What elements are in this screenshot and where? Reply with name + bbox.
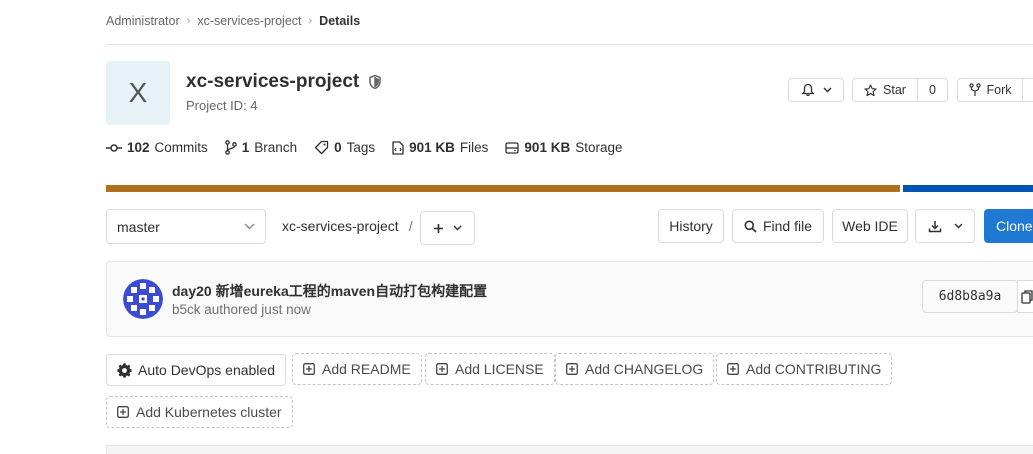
plus-square-icon [117, 406, 129, 418]
add-kubernetes-cluster-button[interactable]: Add Kubernetes cluster [106, 396, 293, 428]
plus-square-icon [303, 363, 315, 375]
star-count-value: 0 [929, 83, 936, 97]
file-tree-header [106, 445, 1033, 454]
commit-title-link[interactable]: day20 新增eureka工程的maven自动打包构建配置 [172, 281, 487, 301]
auto-devops-label: Auto DevOps enabled [138, 362, 275, 378]
add-readme-label: Add README [322, 361, 411, 377]
plus-square-icon [436, 363, 448, 375]
fork-icon [968, 83, 981, 97]
project-avatar[interactable]: X [106, 61, 170, 125]
chevron-down-icon [954, 223, 963, 229]
commits-count: 102 [127, 140, 150, 155]
plus-square-icon [727, 363, 739, 375]
web-ide-button[interactable]: Web IDE [832, 209, 908, 243]
branch-count: 1 [241, 140, 250, 155]
chevron-right-icon: › [308, 15, 313, 27]
file-path: xc-services-project / [282, 218, 413, 234]
branch-label: Branch [254, 140, 298, 155]
plus-square-icon [566, 363, 578, 375]
star-icon [864, 83, 877, 97]
commit-icon [106, 143, 122, 153]
add-kubernetes-label: Add Kubernetes cluster [136, 404, 282, 420]
plus-icon [433, 223, 444, 234]
add-to-tree-button[interactable] [420, 211, 475, 245]
branch-select[interactable]: master [106, 209, 266, 244]
breadcrumb: Administrator › xc-services-project › De… [106, 14, 360, 28]
files-stat[interactable]: 901 KB Files [392, 140, 488, 155]
storage-label: Storage [575, 140, 623, 155]
copy-sha-button[interactable] [1017, 280, 1033, 313]
add-contributing-button[interactable]: Add CONTRIBUTING [716, 353, 893, 385]
path-root-link[interactable]: xc-services-project [282, 218, 399, 234]
chevron-right-icon: › [186, 15, 191, 27]
clone-label: Clone [996, 218, 1033, 234]
fork-label: Fork [986, 83, 1012, 97]
download-button[interactable] [915, 209, 975, 243]
history-button[interactable]: History [658, 209, 724, 243]
language-segment-primary[interactable] [106, 185, 900, 192]
bell-icon [801, 83, 815, 97]
clone-button[interactable]: Clone [984, 209, 1033, 243]
add-readme-button[interactable]: Add README [292, 353, 422, 385]
copy-icon [1021, 289, 1033, 304]
add-license-button[interactable]: Add LICENSE [425, 353, 555, 385]
commit-sha[interactable]: 6d8b8a9a [922, 280, 1018, 313]
add-changelog-button[interactable]: Add CHANGELOG [555, 353, 715, 385]
download-icon [928, 220, 942, 233]
gear-icon [117, 362, 132, 378]
storage-stat[interactable]: 901 KB Storage [505, 140, 623, 155]
tags-count: 0 [334, 140, 342, 155]
breadcrumb-item-administrator[interactable]: Administrator [106, 14, 180, 28]
auto-devops-button[interactable]: Auto DevOps enabled [106, 354, 286, 386]
project-stats: 102 Commits 1 Branch 0 Tags 901 KB Files… [106, 140, 640, 155]
project-avatar-letter: X [128, 77, 148, 108]
star-count[interactable]: 0 [917, 78, 948, 102]
tags-label: Tags [346, 140, 376, 155]
project-id: Project ID: 4 [186, 98, 258, 113]
tags-stat[interactable]: 0 Tags [314, 140, 375, 155]
last-commit: day20 新增eureka工程的maven自动打包构建配置 b5ck auth… [106, 261, 1033, 337]
add-contributing-label: Add CONTRIBUTING [746, 361, 882, 377]
find-file-button[interactable]: Find file [732, 209, 824, 243]
files-size: 901 KB [409, 140, 455, 155]
web-ide-label: Web IDE [842, 218, 898, 234]
add-license-label: Add LICENSE [455, 361, 544, 377]
path-separator: / [408, 218, 413, 234]
commits-stat[interactable]: 102 Commits [106, 140, 208, 155]
commit-meta: b5ck authored just now [172, 302, 311, 317]
breadcrumb-item-details[interactable]: Details [319, 14, 360, 28]
chevron-down-icon [823, 87, 832, 93]
storage-icon [505, 141, 520, 154]
language-segment-secondary[interactable] [903, 185, 1033, 192]
find-file-label: Find file [762, 218, 813, 234]
storage-size: 901 KB [524, 140, 571, 155]
branch-icon [224, 140, 237, 155]
add-changelog-label: Add CHANGELOG [585, 361, 704, 377]
file-icon [392, 140, 404, 155]
shield-icon [369, 75, 381, 89]
tag-icon [314, 140, 329, 155]
notification-button[interactable] [788, 78, 844, 102]
chevron-down-icon [244, 223, 255, 230]
header-divider [106, 44, 1033, 45]
star-button[interactable]: Star [852, 78, 918, 102]
files-label: Files [459, 140, 489, 155]
search-icon [744, 220, 757, 233]
branch-select-value: master [117, 218, 160, 235]
project-name: xc-services-project [186, 71, 360, 92]
branches-stat[interactable]: 1 Branch [224, 140, 298, 155]
repository-language-bar[interactable] [106, 185, 1033, 192]
fork-count[interactable] [1022, 78, 1033, 102]
chevron-down-icon [453, 225, 462, 231]
breadcrumb-item-project[interactable]: xc-services-project [197, 14, 301, 28]
commit-author-avatar[interactable] [123, 279, 163, 319]
commits-label: Commits [154, 140, 208, 155]
star-label: Star [883, 83, 906, 97]
history-label: History [669, 218, 713, 234]
project-title: xc-services-project [186, 71, 381, 93]
fork-button[interactable]: Fork [957, 78, 1023, 102]
